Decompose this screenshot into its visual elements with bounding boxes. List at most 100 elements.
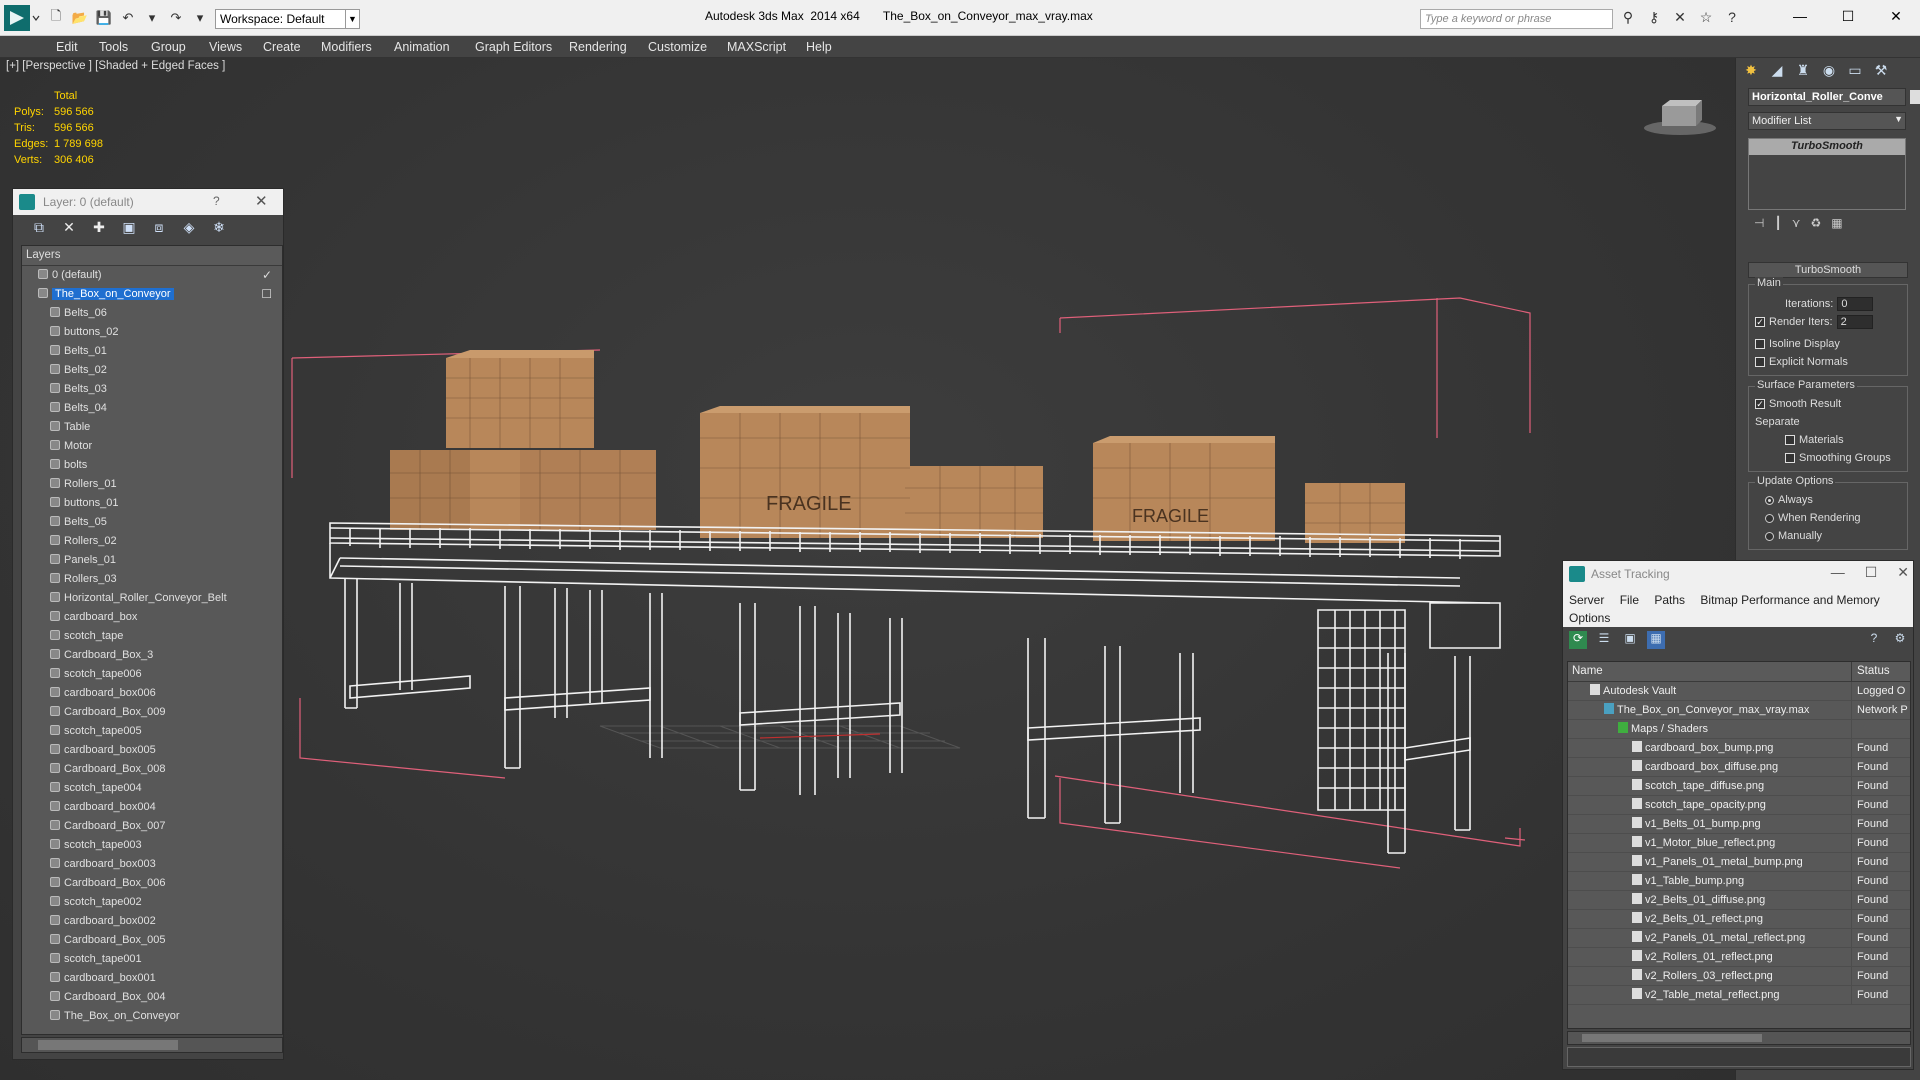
- layer-row[interactable]: scotch_tape004: [22, 779, 282, 798]
- manually-radio[interactable]: [1765, 531, 1774, 541]
- layer-panel-titlebar[interactable]: Layer: 0 (default) ? ✕: [13, 189, 283, 215]
- layer-row[interactable]: Belts_02: [22, 361, 282, 380]
- stack-item-turbosmooth[interactable]: TurboSmooth: [1749, 139, 1905, 155]
- render-iters-checkbox[interactable]: ✓: [1755, 317, 1765, 327]
- layer-row[interactable]: Belts_05: [22, 513, 282, 532]
- object-color-swatch[interactable]: [1910, 90, 1920, 104]
- when-rendering-radio[interactable]: [1765, 513, 1774, 523]
- asset-row[interactable]: Autodesk Vault Logged O: [1568, 682, 1910, 701]
- layer-row[interactable]: cardboard_box001: [22, 969, 282, 988]
- menu-edit[interactable]: Edit: [56, 40, 78, 54]
- asset-row[interactable]: cardboard_box_bump.png Found: [1568, 739, 1910, 758]
- asset-menu-file[interactable]: File: [1620, 593, 1639, 607]
- viewport-label[interactable]: [+] [Perspective ] [Shaded + Edged Faces…: [6, 60, 225, 72]
- asset-row[interactable]: scotch_tape_opacity.png Found: [1568, 796, 1910, 815]
- menu-customize[interactable]: Customize: [648, 40, 707, 54]
- layer-row[interactable]: scotch_tape006: [22, 665, 282, 684]
- layer-row[interactable]: Cardboard_Box_3: [22, 646, 282, 665]
- viewcube-icon[interactable]: [1640, 88, 1720, 138]
- layer-row[interactable]: cardboard_box002: [22, 912, 282, 931]
- asset-menu-bitmap[interactable]: Bitmap Performance and Memory: [1700, 593, 1879, 607]
- redo-icon[interactable]: ↷: [166, 8, 186, 28]
- favorites-star-icon[interactable]: ☆: [1696, 9, 1716, 29]
- communication-icon[interactable]: ✕: [1670, 9, 1690, 29]
- menu-animation[interactable]: Animation: [394, 40, 450, 54]
- help-icon[interactable]: ?: [1722, 9, 1742, 29]
- layer-row[interactable]: Cardboard_Box_007: [22, 817, 282, 836]
- col-name-header[interactable]: Name: [1568, 662, 1852, 681]
- layer-row[interactable]: Belts_03: [22, 380, 282, 399]
- layer-row[interactable]: Cardboard_Box_006: [22, 874, 282, 893]
- asset-row[interactable]: scotch_tape_diffuse.png Found: [1568, 777, 1910, 796]
- undo-icon[interactable]: ↶: [118, 8, 138, 28]
- asset-row[interactable]: v1_Motor_blue_reflect.png Found: [1568, 834, 1910, 853]
- asset-row[interactable]: v2_Rollers_01_reflect.png Found: [1568, 948, 1910, 967]
- configure-modifier-sets-icon[interactable]: ▦: [1831, 216, 1842, 236]
- layer-row[interactable]: The_Box_on_Conveyor ☐: [22, 285, 282, 304]
- menu-tools[interactable]: Tools: [99, 40, 128, 54]
- app-logo-icon[interactable]: [2, 2, 40, 34]
- iterations-spinner[interactable]: 0: [1837, 297, 1874, 311]
- maximize-icon[interactable]: ☐: [1824, 4, 1872, 28]
- new-layer-icon[interactable]: ⧉: [27, 219, 51, 237]
- help-icon[interactable]: ?: [213, 194, 220, 208]
- help-icon[interactable]: ?: [1865, 631, 1883, 649]
- remove-modifier-icon[interactable]: ♻: [1810, 216, 1821, 236]
- asset-row[interactable]: The_Box_on_Conveyor_max_vray.max Network …: [1568, 701, 1910, 720]
- menu-rendering[interactable]: Rendering: [569, 40, 627, 54]
- rollout-title[interactable]: TurboSmooth: [1748, 262, 1908, 278]
- menu-graph-editors[interactable]: Graph Editors: [475, 40, 552, 54]
- layer-row[interactable]: cardboard_box006: [22, 684, 282, 703]
- hide-layers-icon[interactable]: ◈: [177, 219, 201, 237]
- asset-row[interactable]: v1_Belts_01_bump.png Found: [1568, 815, 1910, 834]
- save-icon[interactable]: 💾: [94, 8, 114, 28]
- layer-row[interactable]: Cardboard_Box_005: [22, 931, 282, 950]
- layer-row[interactable]: cardboard_box004: [22, 798, 282, 817]
- delete-layer-icon[interactable]: ✕: [57, 219, 81, 237]
- freeze-layers-icon[interactable]: ❄: [207, 219, 231, 237]
- modify-tab-icon[interactable]: ◢: [1766, 58, 1788, 82]
- layer-row[interactable]: The_Box_on_Conveyor: [22, 1007, 282, 1026]
- workspace-dropdown[interactable]: Workspace: Default ▼: [215, 9, 360, 29]
- hierarchy-tab-icon[interactable]: ♜: [1792, 58, 1814, 82]
- layer-row[interactable]: Horizontal_Roller_Conveyor_Belt: [22, 589, 282, 608]
- maximize-icon[interactable]: ☐: [1865, 564, 1878, 581]
- display-tab-icon[interactable]: ▭: [1844, 58, 1866, 82]
- layer-row[interactable]: buttons_02: [22, 323, 282, 342]
- make-unique-icon[interactable]: ⋎: [1792, 216, 1801, 236]
- layer-row[interactable]: Panels_01: [22, 551, 282, 570]
- layer-row[interactable]: cardboard_box: [22, 608, 282, 627]
- layer-row[interactable]: Rollers_03: [22, 570, 282, 589]
- close-icon[interactable]: ✕: [1872, 4, 1920, 28]
- layer-row[interactable]: Motor: [22, 437, 282, 456]
- materials-checkbox[interactable]: [1785, 435, 1795, 445]
- asset-row[interactable]: v1_Table_bump.png Found: [1568, 872, 1910, 891]
- pin-stack-icon[interactable]: ⊣: [1754, 216, 1764, 236]
- motion-tab-icon[interactable]: ◉: [1818, 58, 1840, 82]
- asset-menu-options[interactable]: Options: [1569, 611, 1610, 625]
- asset-row[interactable]: v1_Panels_01_metal_bump.png Found: [1568, 853, 1910, 872]
- menu-help[interactable]: Help: [806, 40, 832, 54]
- explicit-normals-checkbox[interactable]: [1755, 357, 1765, 367]
- scrollbar-thumb[interactable]: [1582, 1034, 1762, 1042]
- layer-row[interactable]: bolts: [22, 456, 282, 475]
- show-end-result-icon[interactable]: ┃: [1774, 216, 1781, 236]
- utilities-tab-icon[interactable]: ⚒: [1870, 58, 1892, 82]
- smooth-result-checkbox[interactable]: ✓: [1755, 399, 1765, 409]
- layer-row[interactable]: Belts_06: [22, 304, 282, 323]
- minimize-icon[interactable]: —: [1776, 4, 1824, 28]
- always-radio[interactable]: [1765, 495, 1774, 505]
- asset-row[interactable]: v2_Table_metal_reflect.png Found: [1568, 986, 1910, 1005]
- layer-row[interactable]: cardboard_box005: [22, 741, 282, 760]
- close-icon[interactable]: ✕: [255, 192, 268, 210]
- layer-row[interactable]: scotch_tape005: [22, 722, 282, 741]
- minimize-icon[interactable]: —: [1831, 564, 1845, 581]
- layer-row[interactable]: Belts_01: [22, 342, 282, 361]
- current-layer-box-icon[interactable]: ☐: [261, 285, 272, 304]
- asset-panel-titlebar[interactable]: Asset Tracking — ☐ ✕: [1563, 561, 1913, 587]
- layer-row[interactable]: scotch_tape001: [22, 950, 282, 969]
- asset-row[interactable]: v2_Belts_01_diffuse.png Found: [1568, 891, 1910, 910]
- layer-row[interactable]: cardboard_box003: [22, 855, 282, 874]
- asset-menu-paths[interactable]: Paths: [1654, 593, 1685, 607]
- asset-row[interactable]: cardboard_box_diffuse.png Found: [1568, 758, 1910, 777]
